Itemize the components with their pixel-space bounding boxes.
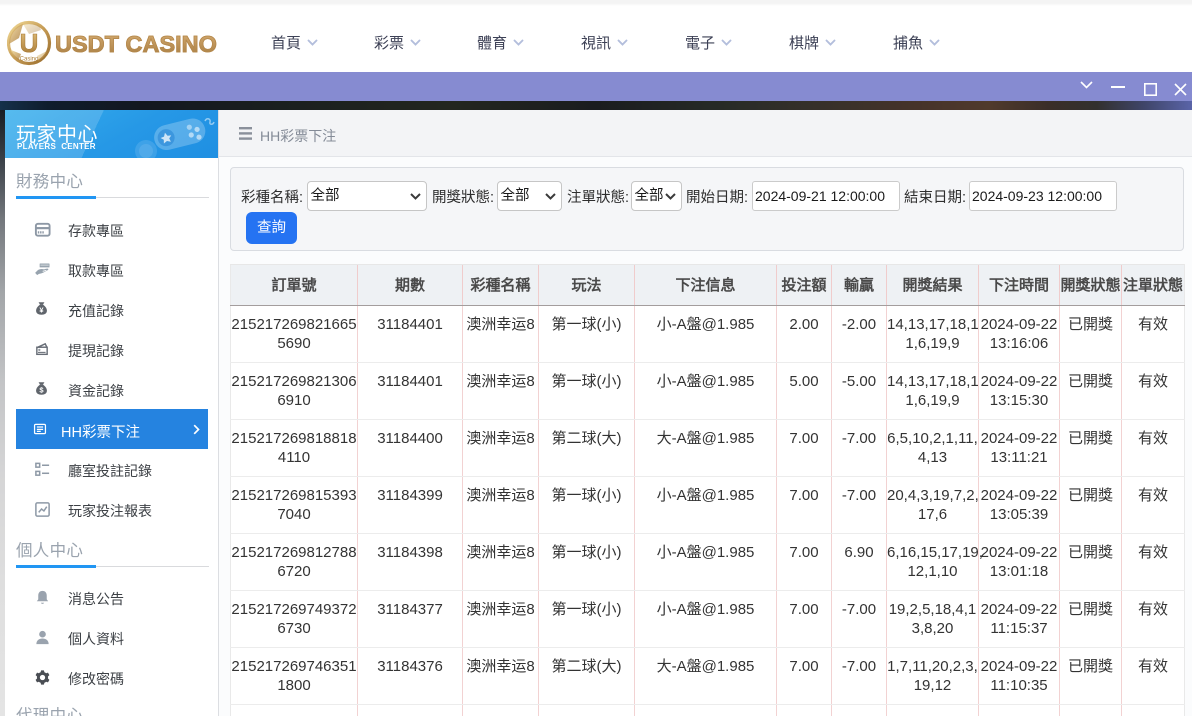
svg-text:U: U	[20, 28, 39, 58]
svg-text:Casino: Casino	[20, 57, 39, 63]
